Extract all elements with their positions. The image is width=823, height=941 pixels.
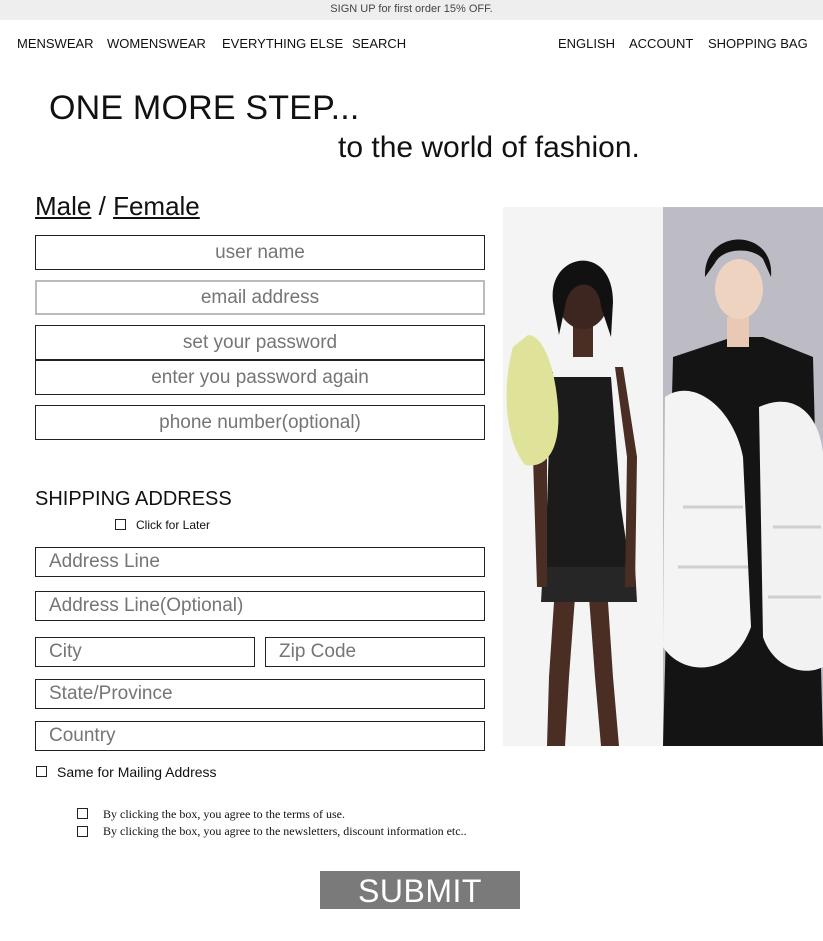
address-line-optional-field[interactable] [35, 591, 485, 621]
nav-language[interactable]: ENGLISH [558, 36, 615, 51]
same-mailing-checkbox[interactable] [36, 766, 47, 777]
top-nav: MENSWEAR WOMENSWEAR EVERYTHING ELSE SEAR… [0, 36, 823, 54]
click-for-later-checkbox[interactable] [115, 519, 126, 530]
promo-banner[interactable]: SIGN UP for first order 15% OFF. [0, 0, 823, 20]
nav-womenswear[interactable]: WOMENSWEAR [107, 36, 206, 51]
zip-code-field[interactable] [265, 637, 485, 667]
password-confirm-field[interactable] [35, 360, 485, 395]
submit-button[interactable]: SUBMIT [320, 871, 520, 909]
state-province-field[interactable] [35, 679, 485, 709]
page-title: ONE MORE STEP... [49, 89, 360, 127]
gender-male-option[interactable]: Male [35, 191, 91, 221]
nav-shopping-bag[interactable]: SHOPPING BAG [708, 36, 808, 51]
model-photo-menswear [663, 207, 823, 746]
city-field[interactable] [35, 637, 255, 667]
nav-search[interactable]: SEARCH [352, 36, 406, 51]
gender-selector: Male / Female [35, 191, 200, 222]
terms-label: By clicking the box, you agree to the te… [103, 807, 345, 821]
nav-account[interactable]: ACCOUNT [629, 36, 693, 51]
nav-menswear[interactable]: MENSWEAR [17, 36, 94, 51]
gender-separator: / [98, 191, 106, 221]
password-field[interactable] [35, 325, 485, 360]
phone-field[interactable] [35, 405, 485, 440]
terms-checkbox[interactable] [77, 808, 88, 819]
click-for-later-label: Click for Later [136, 518, 211, 532]
newsletter-label: By clicking the box, you agree to the ne… [103, 824, 467, 838]
username-field[interactable] [35, 235, 485, 270]
nav-everything-else[interactable]: EVERYTHING ELSE [222, 36, 343, 51]
same-mailing-label: Same for Mailing Address [57, 764, 217, 780]
country-field[interactable] [35, 721, 485, 751]
model-photo-womenswear [503, 207, 663, 746]
shipping-address-heading: SHIPPING ADDRESS [35, 488, 232, 510]
address-line-field[interactable] [35, 547, 485, 577]
email-field[interactable] [35, 280, 485, 315]
page-subtitle: to the world of fashion. [338, 131, 640, 164]
newsletter-checkbox[interactable] [77, 826, 88, 837]
gender-female-option[interactable]: Female [113, 191, 200, 221]
